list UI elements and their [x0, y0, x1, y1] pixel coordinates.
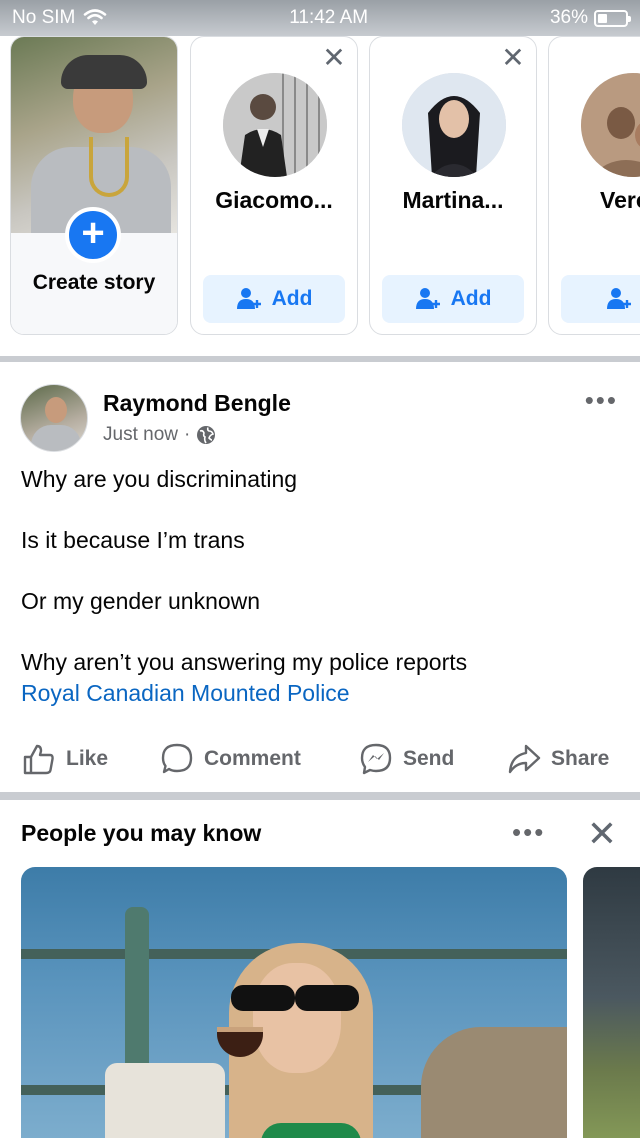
status-left: No SIM: [12, 7, 107, 29]
people-you-may-know: People you may know ••• ✕: [0, 800, 640, 1138]
suggested-person-photo[interactable]: [583, 867, 640, 1138]
add-friend-button[interactable]: A: [561, 275, 640, 323]
suggestion-card[interactable]: ✕ Martina... Add: [369, 36, 537, 335]
messenger-icon: [360, 743, 392, 775]
comment-button[interactable]: Comment: [160, 742, 301, 776]
status-right: 36%: [549, 7, 631, 29]
post: Raymond Bengle Just now · ••• Why are yo…: [0, 362, 640, 792]
section-divider: [0, 792, 640, 800]
post-body: Why are you discriminating Is it because…: [21, 464, 621, 677]
carrier-label: No SIM: [12, 7, 76, 28]
send-button[interactable]: Send: [359, 742, 454, 776]
send-label: Send: [403, 747, 455, 770]
avatar: [223, 73, 327, 177]
comment-label: Comment: [204, 747, 301, 770]
plus-icon[interactable]: +: [65, 207, 121, 263]
suggestion-name: Giacomo...: [215, 187, 333, 213]
share-icon: [508, 744, 541, 774]
add-friend-button[interactable]: Add: [203, 275, 345, 323]
avatar: [402, 73, 506, 177]
post-time[interactable]: Just now: [103, 424, 178, 446]
section-title: People you may know: [21, 820, 262, 846]
close-icon[interactable]: ✕: [319, 43, 349, 73]
post-meta: Just now ·: [103, 424, 216, 446]
mention-link[interactable]: Royal Canadian Mounted Police: [21, 680, 350, 707]
create-story-photo: [11, 37, 177, 237]
close-icon[interactable]: ✕: [584, 816, 620, 852]
add-friend-icon: [236, 288, 261, 309]
avatar[interactable]: [20, 384, 88, 452]
add-friend-label: Add: [450, 287, 492, 310]
more-options-icon[interactable]: •••: [512, 819, 545, 845]
like-label: Like: [66, 747, 109, 770]
suggestion-name: Veron: [600, 187, 640, 213]
add-friend-icon: [415, 288, 440, 309]
suggested-person-photo[interactable]: [21, 867, 567, 1138]
suggestion-card[interactable]: ✕ Giacomo... Add: [190, 36, 358, 335]
clock: 11:42 AM: [289, 7, 369, 28]
close-icon[interactable]: ✕: [498, 43, 528, 73]
create-story-label: Create story: [32, 271, 156, 294]
wifi-icon: [84, 9, 107, 25]
post-actions: Like Comment Send Share: [0, 740, 640, 784]
post-author[interactable]: Raymond Bengle: [103, 390, 291, 417]
post-line: Why are you discriminating: [21, 466, 298, 492]
stories-row[interactable]: + Create story ✕ Giacomo... Add ✕ Martin…: [0, 36, 640, 356]
status-bar: No SIM 11:42 AM 36%: [0, 0, 640, 36]
suggestion-name: Martina...: [402, 187, 504, 213]
share-label: Share: [551, 747, 610, 770]
thumbs-up-icon: [23, 744, 54, 775]
battery-percent: 36%: [549, 7, 588, 28]
like-button[interactable]: Like: [22, 742, 108, 776]
meta-separator: ·: [183, 424, 191, 445]
suggestion-card[interactable]: Veron A: [548, 36, 640, 335]
avatar: [581, 73, 640, 177]
more-options-icon[interactable]: •••: [585, 387, 618, 413]
globe-icon: [197, 426, 216, 444]
share-button[interactable]: Share: [507, 742, 609, 776]
comment-icon: [161, 743, 193, 774]
create-story-card[interactable]: + Create story: [10, 36, 178, 335]
post-line: Why aren’t you answering my police repor…: [21, 649, 468, 675]
battery-icon: [593, 9, 631, 27]
post-line: Is it because I’m trans: [21, 527, 245, 553]
add-friend-button[interactable]: Add: [382, 275, 524, 323]
add-friend-icon: [607, 288, 632, 309]
add-friend-label: Add: [271, 287, 313, 310]
post-line: Or my gender unknown: [21, 588, 261, 614]
battery-fill: [597, 13, 608, 23]
